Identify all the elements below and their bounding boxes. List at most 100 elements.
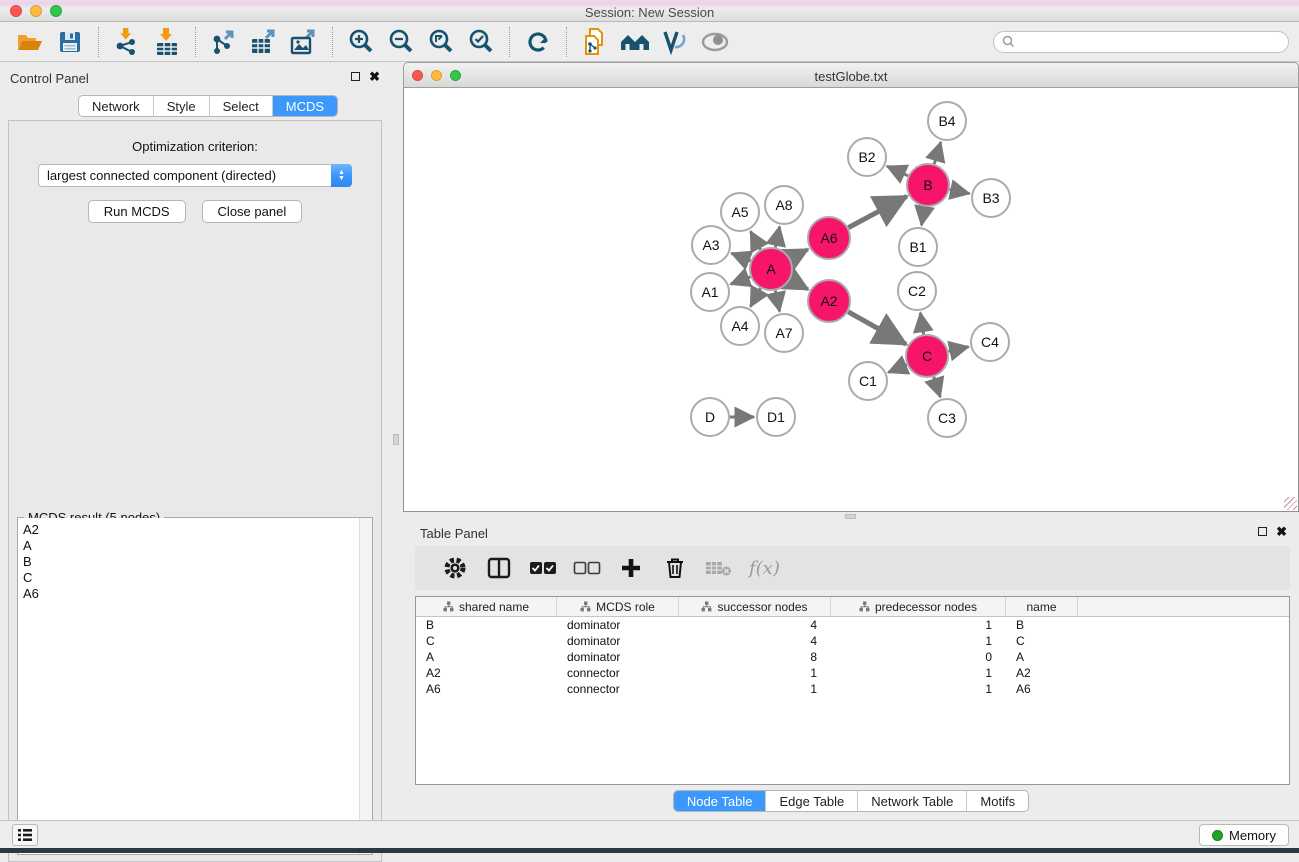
style-preview-icon[interactable] (655, 25, 695, 59)
graph-node-A8[interactable]: A8 (765, 186, 803, 224)
column-header-shared-name[interactable]: shared name (416, 597, 557, 616)
float-table-panel-icon[interactable] (1258, 527, 1267, 536)
add-column-icon[interactable] (609, 549, 653, 587)
close-table-panel-icon[interactable]: ✖ (1276, 527, 1287, 536)
function-builder-icon[interactable]: f(x) (749, 558, 780, 579)
graph-node-C4[interactable]: C4 (971, 323, 1009, 361)
graph-node-A4[interactable]: A4 (721, 307, 759, 345)
result-item[interactable]: C (18, 570, 361, 586)
run-mcds-button[interactable]: Run MCDS (88, 200, 186, 223)
graph-node-D[interactable]: D (691, 398, 729, 436)
vertical-splitter[interactable] (390, 62, 403, 820)
tab-select[interactable]: Select (210, 96, 273, 116)
zoom-out-icon[interactable] (381, 25, 421, 59)
clone-network-icon[interactable] (575, 25, 615, 59)
graph-node-D1[interactable]: D1 (757, 398, 795, 436)
column-header-successor-nodes[interactable]: successor nodes (679, 597, 831, 616)
graph-edge-A-A1[interactable] (731, 277, 751, 284)
graph-edge-C-C3[interactable] (934, 377, 940, 397)
node-table[interactable]: shared nameMCDS rolesuccessor nodesprede… (415, 596, 1290, 785)
graph-edge-A-A7[interactable] (775, 291, 779, 312)
tab-edge-table[interactable]: Edge Table (766, 791, 858, 811)
zoom-selected-icon[interactable] (461, 25, 501, 59)
tab-network[interactable]: Network (79, 96, 154, 116)
deselect-all-icon[interactable] (565, 549, 609, 587)
column-header-MCDS-role[interactable]: MCDS role (557, 597, 679, 616)
graph-edge-A-A5[interactable] (751, 231, 761, 249)
task-history-button[interactable] (12, 824, 38, 846)
graph-node-B4[interactable]: B4 (928, 102, 966, 140)
close-panel-button[interactable]: Close panel (202, 200, 303, 223)
show-hide-icon[interactable] (695, 25, 735, 59)
float-panel-icon[interactable] (351, 72, 360, 81)
delete-column-icon[interactable] (653, 549, 697, 587)
graph-node-A5[interactable]: A5 (721, 193, 759, 231)
close-panel-icon[interactable]: ✖ (369, 72, 380, 81)
graph-edge-B-B4[interactable] (934, 142, 940, 164)
criterion-dropdown[interactable]: largest connected component (directed) ▲… (38, 164, 352, 187)
graph-node-C2[interactable]: C2 (898, 272, 936, 310)
resize-grip-icon[interactable] (1284, 497, 1297, 510)
result-item[interactable]: A6 (18, 586, 361, 602)
toolbar-search[interactable] (993, 31, 1289, 53)
search-input[interactable] (1020, 35, 1280, 49)
table-row[interactable]: Adominator80A (416, 649, 1289, 665)
home-layout-icon[interactable] (615, 25, 655, 59)
graph-node-A[interactable]: A (750, 248, 792, 290)
import-table-icon[interactable] (147, 25, 187, 59)
tab-node-table[interactable]: Node Table (674, 791, 767, 811)
splitter-grip[interactable] (393, 434, 399, 445)
horizontal-splitter-grip[interactable] (845, 514, 856, 519)
mcds-result-list[interactable]: A2ABCA6 (18, 518, 361, 854)
graph-node-A2[interactable]: A2 (808, 280, 850, 322)
import-network-icon[interactable] (107, 25, 147, 59)
delete-table-icon[interactable] (697, 549, 741, 587)
export-table-icon[interactable] (244, 25, 284, 59)
open-file-icon[interactable] (10, 25, 50, 59)
result-item[interactable]: A (18, 538, 361, 554)
graph-edge-C-C4[interactable] (948, 347, 968, 351)
graph-edge-A-A4[interactable] (751, 288, 761, 306)
tab-network-table[interactable]: Network Table (858, 791, 967, 811)
graph-node-B1[interactable]: B1 (899, 228, 937, 266)
graph-edge-A2-C[interactable] (848, 312, 906, 344)
zoom-fit-icon[interactable] (421, 25, 461, 59)
export-image-icon[interactable] (284, 25, 324, 59)
graph-node-C3[interactable]: C3 (928, 399, 966, 437)
table-settings-icon[interactable] (433, 549, 477, 587)
graph-edge-B-B1[interactable] (922, 207, 925, 226)
zoom-in-icon[interactable] (341, 25, 381, 59)
column-header-predecessor-nodes[interactable]: predecessor nodes (831, 597, 1006, 616)
graph-node-C[interactable]: C (906, 335, 948, 377)
graph-edge-B-B3[interactable] (950, 189, 970, 193)
graph-edge-A-A2[interactable] (790, 280, 808, 290)
refresh-icon[interactable] (518, 25, 558, 59)
graph-node-A1[interactable]: A1 (691, 273, 729, 311)
network-window-titlebar[interactable]: testGlobe.txt (403, 62, 1299, 88)
network-canvas[interactable]: B4B2BB3A8A5A6A3B1AA1C2A2A4A7C4CC1C3DD1 (403, 88, 1299, 512)
graph-edge-A-A6[interactable] (790, 249, 807, 258)
graph-node-B[interactable]: B (907, 164, 949, 206)
column-header-name[interactable]: name (1006, 597, 1078, 616)
graph-node-A3[interactable]: A3 (692, 226, 730, 264)
graph-node-A7[interactable]: A7 (765, 314, 803, 352)
result-item[interactable]: B (18, 554, 361, 570)
memory-button[interactable]: Memory (1199, 824, 1289, 846)
graph-node-B3[interactable]: B3 (972, 179, 1010, 217)
result-scrollbar[interactable] (359, 518, 372, 854)
graph-edge-A6-B[interactable] (848, 196, 906, 227)
graph-edge-C-C2[interactable] (920, 313, 923, 335)
tab-motifs[interactable]: Motifs (967, 791, 1028, 811)
result-item[interactable]: A2 (18, 522, 361, 538)
table-row[interactable]: A6connector11A6 (416, 681, 1289, 697)
table-row[interactable]: A2connector11A2 (416, 665, 1289, 681)
graph-edge-B-B2[interactable] (887, 166, 908, 176)
tab-style[interactable]: Style (154, 96, 210, 116)
tab-mcds[interactable]: MCDS (273, 96, 337, 116)
save-session-icon[interactable] (50, 25, 90, 59)
table-row[interactable]: Bdominator41B (416, 617, 1289, 633)
table-row[interactable]: Cdominator41C (416, 633, 1289, 649)
graph-edge-A-A8[interactable] (775, 227, 779, 248)
select-all-icon[interactable] (521, 549, 565, 587)
graph-edge-A-A3[interactable] (731, 253, 750, 261)
